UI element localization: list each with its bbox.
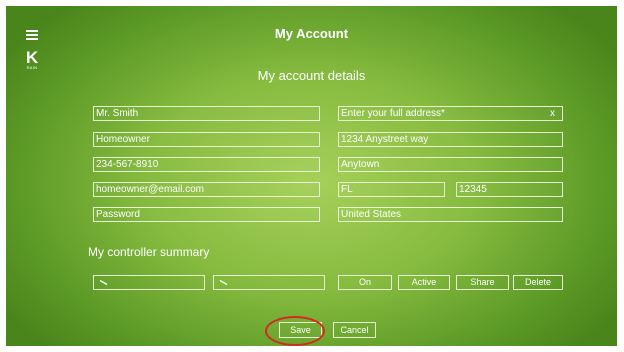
controller-summary-title: My controller summary — [88, 245, 210, 259]
pencil-icon — [99, 280, 108, 285]
street-field[interactable]: 1234 Anystreet way — [338, 132, 563, 147]
address-search-placeholder: Enter your full address* — [341, 108, 445, 119]
active-button[interactable]: Active — [398, 275, 450, 290]
page-title: My Account — [274, 26, 349, 41]
country-field[interactable]: United States — [338, 207, 563, 222]
address-search-field[interactable]: Enter your full address* x — [338, 106, 563, 121]
city-field[interactable]: Anytown — [338, 157, 563, 172]
email-field[interactable]: homeowner@email.com — [93, 182, 320, 197]
highlight-circle — [265, 316, 325, 346]
phone-field[interactable]: 234-567-8910 — [93, 157, 320, 172]
krain-logo: K RAIN — [25, 48, 39, 70]
password-field[interactable]: Password — [93, 207, 320, 222]
clear-icon[interactable]: x — [550, 107, 555, 120]
share-button[interactable]: Share — [456, 275, 509, 290]
state-field[interactable]: FL — [338, 182, 445, 197]
zip-field[interactable]: 12345 — [456, 182, 563, 197]
name-field[interactable]: Mr. Smith — [93, 106, 320, 121]
pencil-icon — [219, 280, 228, 285]
controller-location-field[interactable] — [213, 275, 325, 290]
role-field[interactable]: Homeowner — [93, 132, 320, 147]
app-screen: K RAIN My Account My account details — [6, 6, 617, 346]
delete-button[interactable]: Delete — [513, 275, 563, 290]
controller-name-field[interactable] — [93, 275, 205, 290]
on-button[interactable]: On — [338, 275, 392, 290]
section-subtitle: My account details — [257, 68, 366, 83]
cancel-button[interactable]: Cancel — [333, 322, 376, 338]
